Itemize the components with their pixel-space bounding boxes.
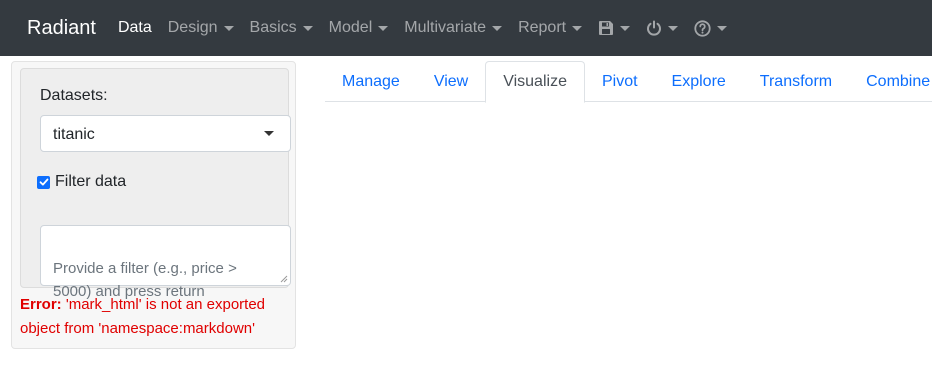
chevron-down-icon bbox=[492, 25, 503, 31]
dataset-select[interactable]: titanic bbox=[40, 115, 291, 152]
nav-design[interactable]: Design bbox=[168, 19, 234, 37]
nav-report-label: Report bbox=[518, 19, 567, 36]
nav-model[interactable]: Model bbox=[329, 19, 389, 37]
error-prefix: Error: bbox=[20, 296, 62, 313]
nav-multivariate-label: Multivariate bbox=[404, 19, 487, 36]
nav-power-menu[interactable] bbox=[646, 20, 679, 36]
tab-view[interactable]: View bbox=[417, 61, 485, 102]
filter-input[interactable]: Provide a filter (e.g., price > 5000) an… bbox=[40, 225, 291, 300]
chevron-down-icon bbox=[302, 25, 313, 31]
help-icon bbox=[694, 19, 711, 37]
brand-logo[interactable]: Radiant bbox=[27, 17, 96, 40]
chevron-down-icon bbox=[378, 25, 389, 31]
checkmark-icon bbox=[39, 178, 48, 186]
filter-data-checkbox[interactable] bbox=[37, 175, 50, 189]
nav-data[interactable]: Data bbox=[118, 19, 152, 37]
tab-combine[interactable]: Combine bbox=[849, 61, 932, 102]
nav-save-menu[interactable] bbox=[598, 20, 631, 36]
nav-multivariate[interactable]: Multivariate bbox=[404, 19, 503, 37]
resize-handle-icon[interactable] bbox=[280, 275, 288, 283]
nav-data-label: Data bbox=[117, 19, 152, 36]
tab-manage[interactable]: Manage bbox=[325, 61, 417, 102]
chevron-down-icon bbox=[264, 131, 274, 136]
nav-design-label: Design bbox=[167, 19, 218, 36]
chevron-down-icon bbox=[717, 25, 728, 31]
power-icon bbox=[647, 20, 662, 36]
dataset-controls-well: Datasets: titanic Filter data Provide a … bbox=[20, 68, 291, 300]
error-message: Error: 'mark_html' is not an exported ob… bbox=[20, 293, 292, 341]
save-icon bbox=[599, 21, 614, 35]
chevron-down-icon bbox=[620, 25, 631, 31]
dataset-select-value: titanic bbox=[53, 126, 95, 143]
data-tabs: Manage View Visualize Pivot Explore Tran… bbox=[325, 61, 932, 103]
tab-explore[interactable]: Explore bbox=[655, 61, 743, 102]
chevron-down-icon bbox=[668, 25, 679, 31]
sidebar-panel: Datasets: titanic Filter data Provide a … bbox=[11, 61, 296, 349]
tab-pivot[interactable]: Pivot bbox=[585, 61, 655, 102]
chevron-down-icon bbox=[572, 25, 583, 31]
datasets-label: Datasets: bbox=[40, 87, 108, 104]
nav-model-label: Model bbox=[328, 19, 373, 36]
tab-visualize[interactable]: Visualize bbox=[485, 61, 585, 103]
nav-help-menu[interactable] bbox=[694, 19, 728, 37]
chevron-down-icon bbox=[223, 25, 234, 31]
tab-transform[interactable]: Transform bbox=[743, 61, 849, 102]
nav-basics-label: Basics bbox=[249, 19, 297, 36]
nav-report[interactable]: Report bbox=[518, 19, 583, 37]
top-navbar: Radiant Data Design Basics Model Multiva… bbox=[0, 0, 932, 56]
filter-data-toggle[interactable]: Filter data bbox=[37, 173, 126, 191]
nav-basics[interactable]: Basics bbox=[250, 19, 313, 37]
filter-data-label: Filter data bbox=[55, 173, 127, 190]
